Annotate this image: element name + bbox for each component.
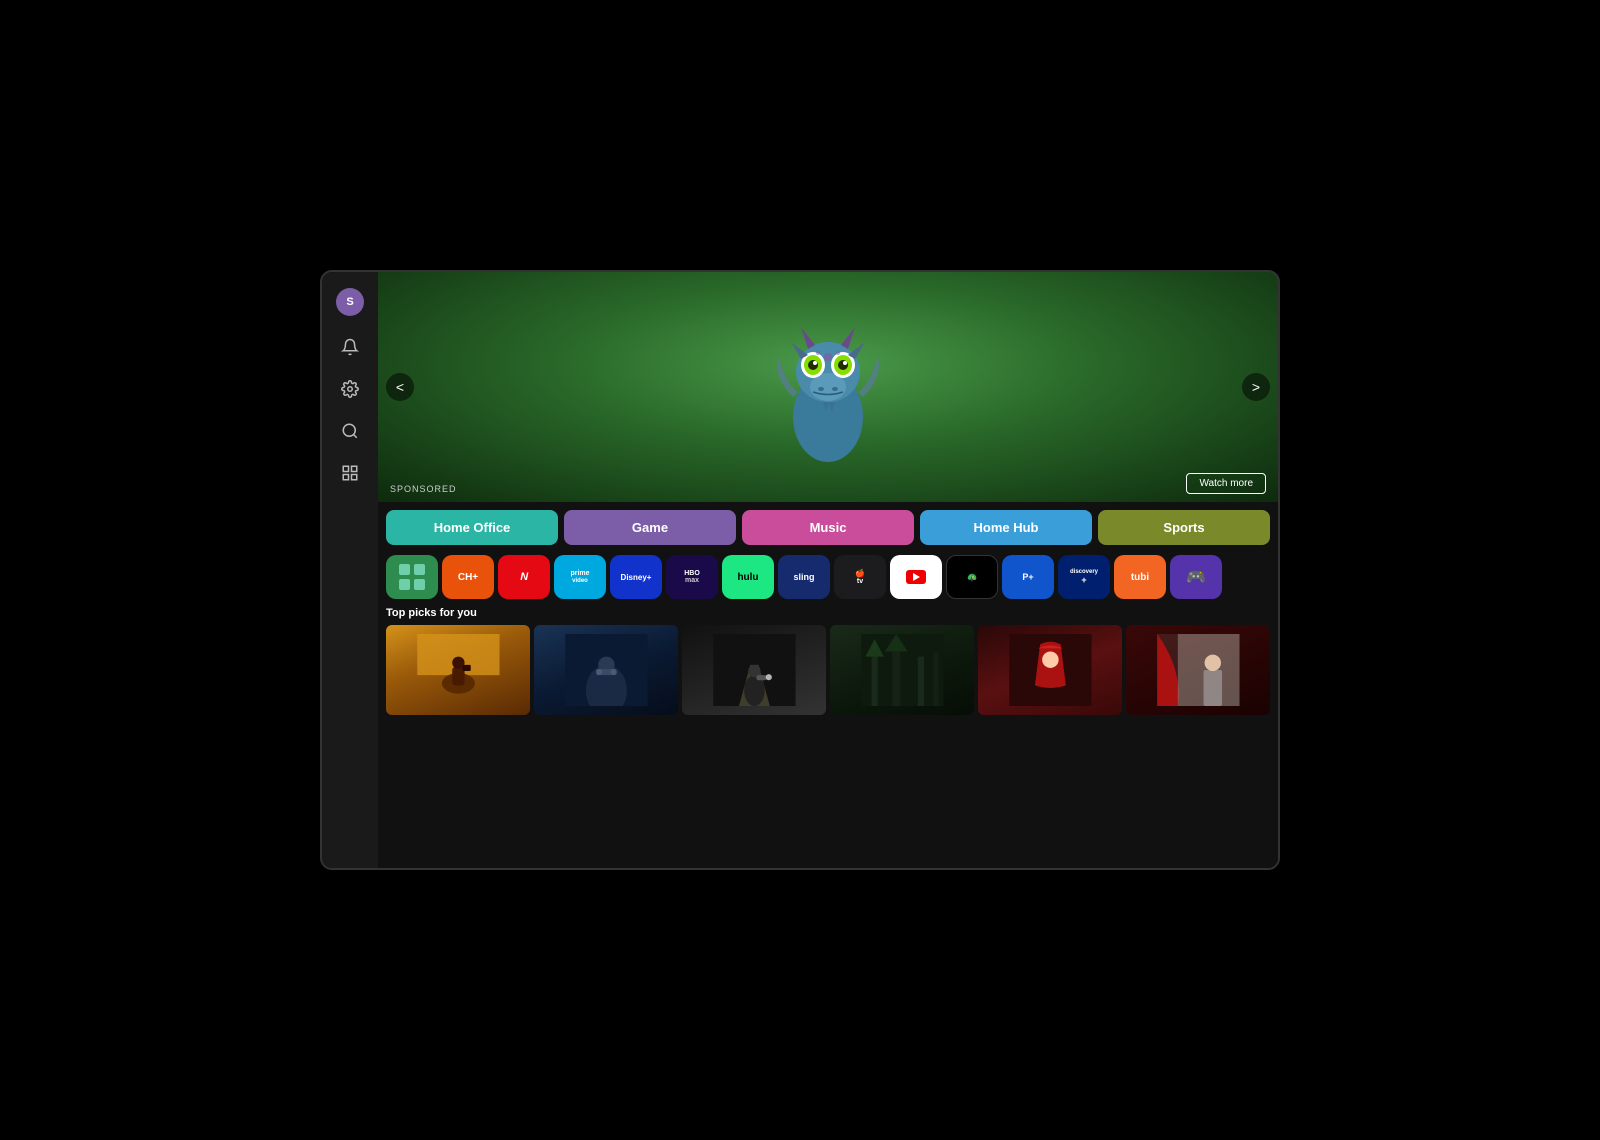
watch-more-button[interactable]: Watch more <box>1186 473 1266 494</box>
settings-icon[interactable] <box>339 378 361 400</box>
app-apps[interactable] <box>386 555 438 599</box>
app-netflix[interactable]: N <box>498 555 550 599</box>
app-apple-tv[interactable]: 🍎 tv <box>834 555 886 599</box>
category-music[interactable]: Music <box>742 510 914 545</box>
list-icon[interactable] <box>339 462 361 484</box>
category-row: Home Office Game Music Home Hub Sports <box>378 502 1278 551</box>
app-peacock[interactable]: 🦚 <box>946 555 998 599</box>
top-picks-title: Top picks for you <box>386 607 1270 619</box>
hero-next-button[interactable]: > <box>1242 373 1270 401</box>
app-disney-plus[interactable]: Disney+ <box>610 555 662 599</box>
top-pick-1[interactable] <box>386 625 530 715</box>
top-pick-5[interactable] <box>978 625 1122 715</box>
top-pick-4[interactable] <box>830 625 974 715</box>
app-gaming[interactable]: 🎮 <box>1170 555 1222 599</box>
top-pick-6[interactable] <box>1126 625 1270 715</box>
hero-banner: < > SPONSORED Watch more <box>378 272 1278 502</box>
apps-row: CH+ N prime video Disney+ HBO <box>378 551 1278 603</box>
top-picks-section: Top picks for you <box>378 603 1278 868</box>
app-hulu[interactable]: hulu <box>722 555 774 599</box>
app-discovery-plus[interactable]: discovery + <box>1058 555 1110 599</box>
category-home-office[interactable]: Home Office <box>386 510 558 545</box>
tv-screen: S <box>320 270 1280 870</box>
search-icon[interactable] <box>339 420 361 442</box>
app-hbo-max[interactable]: HBO max <box>666 555 718 599</box>
hero-prev-button[interactable]: < <box>386 373 414 401</box>
app-sling[interactable]: sling <box>778 555 830 599</box>
top-pick-3[interactable] <box>682 625 826 715</box>
category-sports[interactable]: Sports <box>1098 510 1270 545</box>
notifications-icon[interactable] <box>339 336 361 358</box>
app-paramount-plus[interactable]: P+ <box>1002 555 1054 599</box>
user-avatar[interactable]: S <box>336 288 364 316</box>
hero-image <box>748 287 908 487</box>
top-pick-2[interactable] <box>534 625 678 715</box>
app-prime-video[interactable]: prime video <box>554 555 606 599</box>
category-home-hub[interactable]: Home Hub <box>920 510 1092 545</box>
sidebar: S <box>322 272 378 868</box>
app-ch[interactable]: CH+ <box>442 555 494 599</box>
top-picks-row <box>386 625 1270 715</box>
app-youtube[interactable] <box>890 555 942 599</box>
category-game[interactable]: Game <box>564 510 736 545</box>
app-tubi[interactable]: tubi <box>1114 555 1166 599</box>
main-content: < > SPONSORED Watch more Home Office Gam… <box>378 272 1278 868</box>
sponsored-label: SPONSORED <box>390 484 457 494</box>
